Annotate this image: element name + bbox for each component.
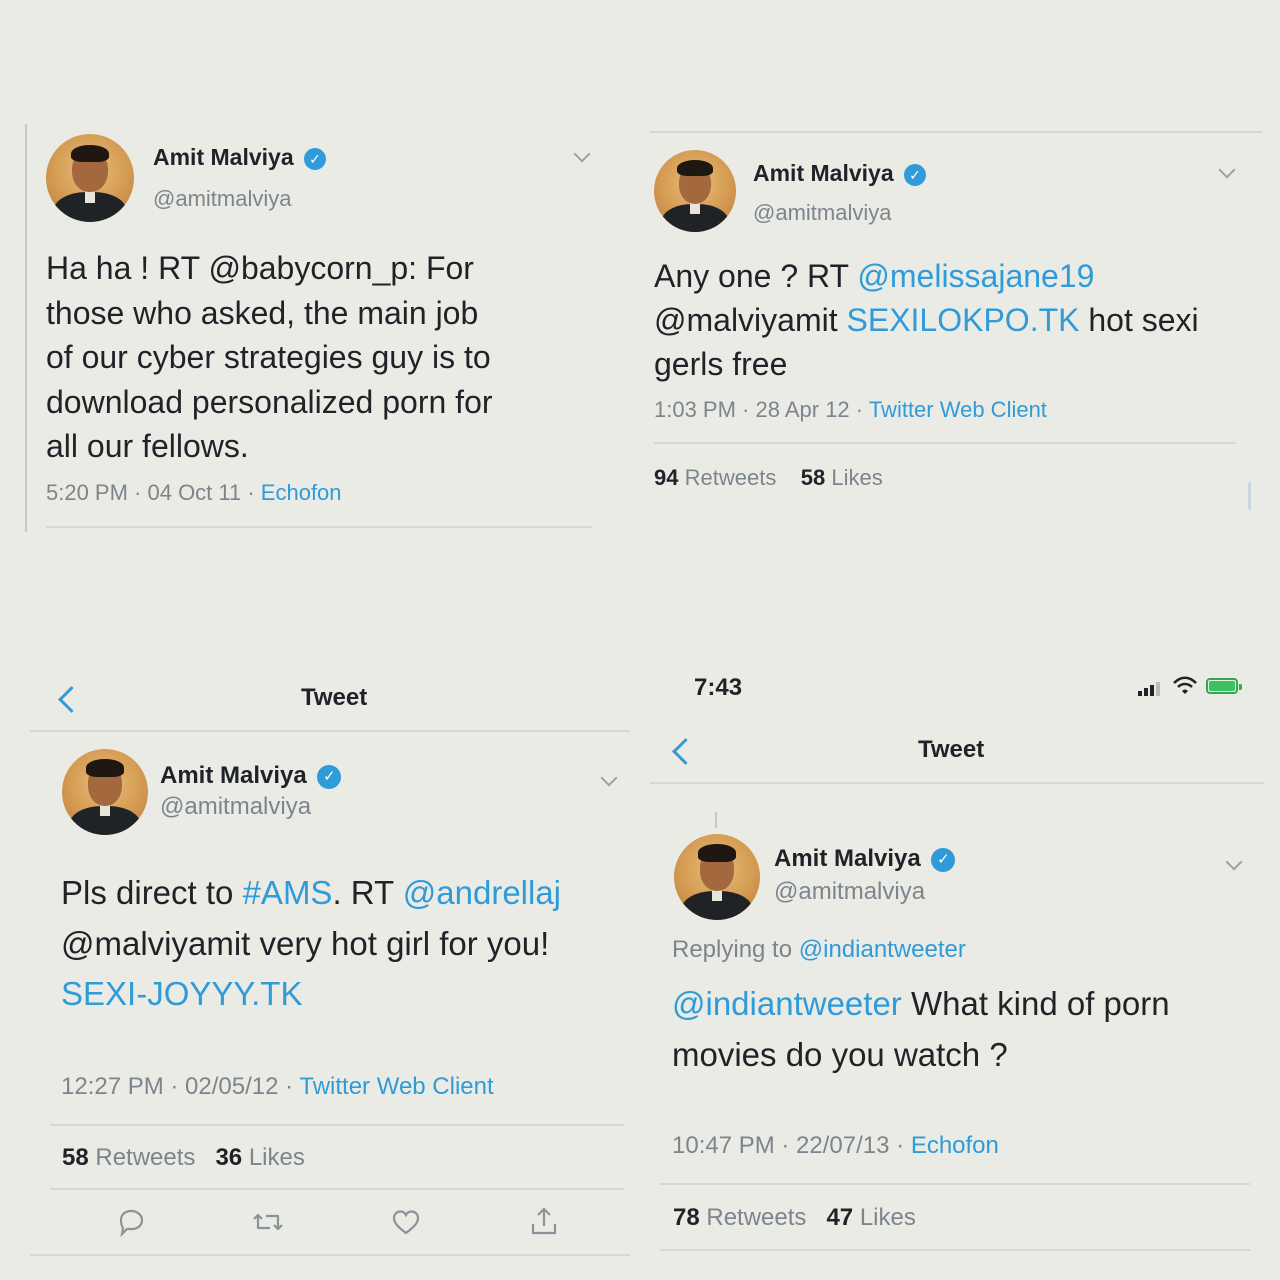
tweet-card-2: Amit Malviya ✓ @amitmalviya Any one ? RT… <box>640 0 1280 600</box>
status-time: 7:43 <box>694 674 743 701</box>
avatar[interactable] <box>674 834 760 920</box>
nav-title: Tweet <box>918 736 985 763</box>
avatar[interactable] <box>62 749 148 835</box>
avatar[interactable] <box>46 134 134 222</box>
tweet-text: @indiantweeter What kind of porn movies … <box>672 985 1170 1073</box>
divider <box>650 131 1262 133</box>
back-icon[interactable] <box>58 686 85 713</box>
nav-title: Tweet <box>301 684 368 711</box>
tweet-text: Pls direct to #AMS. RT @andrellaj @malvi… <box>61 868 561 1020</box>
tweet-meta: 10:47 PM · 22/07/13 · Echofon <box>672 1132 999 1160</box>
retweets-stat[interactable]: 94 Retweets <box>654 465 776 490</box>
like-icon[interactable] <box>390 1206 422 1238</box>
nav-divider <box>650 782 1264 784</box>
reply-icon[interactable] <box>115 1206 147 1238</box>
mention-link[interactable]: @melissajane19 <box>857 258 1094 294</box>
divider <box>660 1249 1250 1251</box>
tweet-card-4: 7:43 Tweet Amit Malviya ✓ @amitmalviya R… <box>640 640 1280 1280</box>
divider <box>660 1183 1250 1185</box>
verified-badge-icon: ✓ <box>304 147 326 170</box>
retweet-icon[interactable] <box>250 1206 286 1238</box>
thread-line <box>715 812 717 828</box>
source-link[interactable]: Twitter Web Client <box>299 1073 493 1100</box>
url-link[interactable]: SEXILOKPO.TK <box>847 302 1080 338</box>
timestamp: 5:20 PM · 04 Oct 11 · <box>46 480 261 505</box>
author-name[interactable]: Amit Malviya <box>153 144 294 170</box>
share-icon[interactable] <box>528 1204 560 1238</box>
retweets-stat[interactable]: 58 Retweets <box>62 1144 195 1171</box>
likes-stat[interactable]: 36 Likes <box>215 1144 304 1171</box>
source-link[interactable]: Twitter Web Client <box>869 397 1047 422</box>
divider <box>50 1124 624 1126</box>
chevron-down-icon[interactable] <box>573 145 591 163</box>
tweet-text: Any one ? RT @melissajane19 @malviyamit … <box>654 258 1199 382</box>
wifi-icon <box>1173 676 1197 694</box>
mention-link[interactable]: @indiantweeter <box>672 985 902 1022</box>
tweet-card-3: Tweet Amit Malviya ✓ @amitmalviya Pls di… <box>0 640 640 1280</box>
author-handle[interactable]: @amitmalviya <box>160 793 311 821</box>
divider <box>46 526 592 528</box>
timestamp: 10:47 PM · 22/07/13 · <box>672 1132 911 1159</box>
likes-stat[interactable]: 47 Likes <box>826 1204 915 1231</box>
hashtag-link[interactable]: #AMS <box>243 874 333 911</box>
tweet-stats: 94 Retweets 58 Likes <box>654 465 883 491</box>
nav-divider <box>30 730 630 732</box>
tweet-stats: 78 Retweets 47 Likes <box>673 1204 916 1232</box>
chevron-down-icon[interactable] <box>1225 853 1243 871</box>
timestamp: 12:27 PM · 02/05/12 · <box>61 1073 300 1100</box>
tweet-meta: 1:03 PM · 28 Apr 12 · Twitter Web Client <box>654 397 1047 423</box>
signal-icon <box>1138 680 1164 696</box>
timestamp: 1:03 PM · 28 Apr 12 · <box>654 397 869 422</box>
author-name[interactable]: Amit Malviya <box>160 762 307 789</box>
chevron-down-icon[interactable] <box>600 769 618 787</box>
replying-to: Replying to @indiantweeter <box>672 936 966 963</box>
thread-line <box>25 124 27 532</box>
mention-link[interactable]: @andrellaj <box>403 874 561 911</box>
chevron-down-icon[interactable] <box>1218 161 1236 179</box>
tweet-meta: 12:27 PM · 02/05/12 · Twitter Web Client <box>61 1073 494 1101</box>
avatar[interactable] <box>654 150 736 232</box>
source-link[interactable]: Echofon <box>261 480 342 505</box>
url-link[interactable]: SEXI-JOYYY.TK <box>61 969 561 1020</box>
source-link[interactable]: Echofon <box>911 1132 999 1159</box>
author-handle[interactable]: @amitmalviya <box>153 186 291 212</box>
author-name[interactable]: Amit Malviya <box>753 160 894 186</box>
author-name[interactable]: Amit Malviya <box>774 845 921 872</box>
verified-badge-icon: ✓ <box>931 847 956 872</box>
tweet-text: Ha ha ! RT @babycorn_p: For those who as… <box>46 250 493 464</box>
scrollbar[interactable] <box>1248 482 1251 510</box>
author-handle[interactable]: @amitmalviya <box>774 878 925 906</box>
divider <box>30 1254 630 1256</box>
likes-stat[interactable]: 58 Likes <box>801 465 883 490</box>
tweet-meta: 5:20 PM · 04 Oct 11 · Echofon <box>46 480 342 506</box>
replying-to-link[interactable]: @indiantweeter <box>799 936 966 963</box>
author-handle[interactable]: @amitmalviya <box>753 200 891 226</box>
battery-icon <box>1206 678 1242 694</box>
retweets-stat[interactable]: 78 Retweets <box>673 1204 806 1231</box>
tweet-stats: 58 Retweets 36 Likes <box>62 1144 305 1172</box>
verified-badge-icon: ✓ <box>904 163 926 186</box>
back-icon[interactable] <box>672 738 699 765</box>
verified-badge-icon: ✓ <box>317 764 342 789</box>
divider <box>50 1188 624 1190</box>
divider <box>654 442 1236 444</box>
tweet-card-1: Amit Malviya ✓ @amitmalviya Ha ha ! RT @… <box>0 0 640 600</box>
